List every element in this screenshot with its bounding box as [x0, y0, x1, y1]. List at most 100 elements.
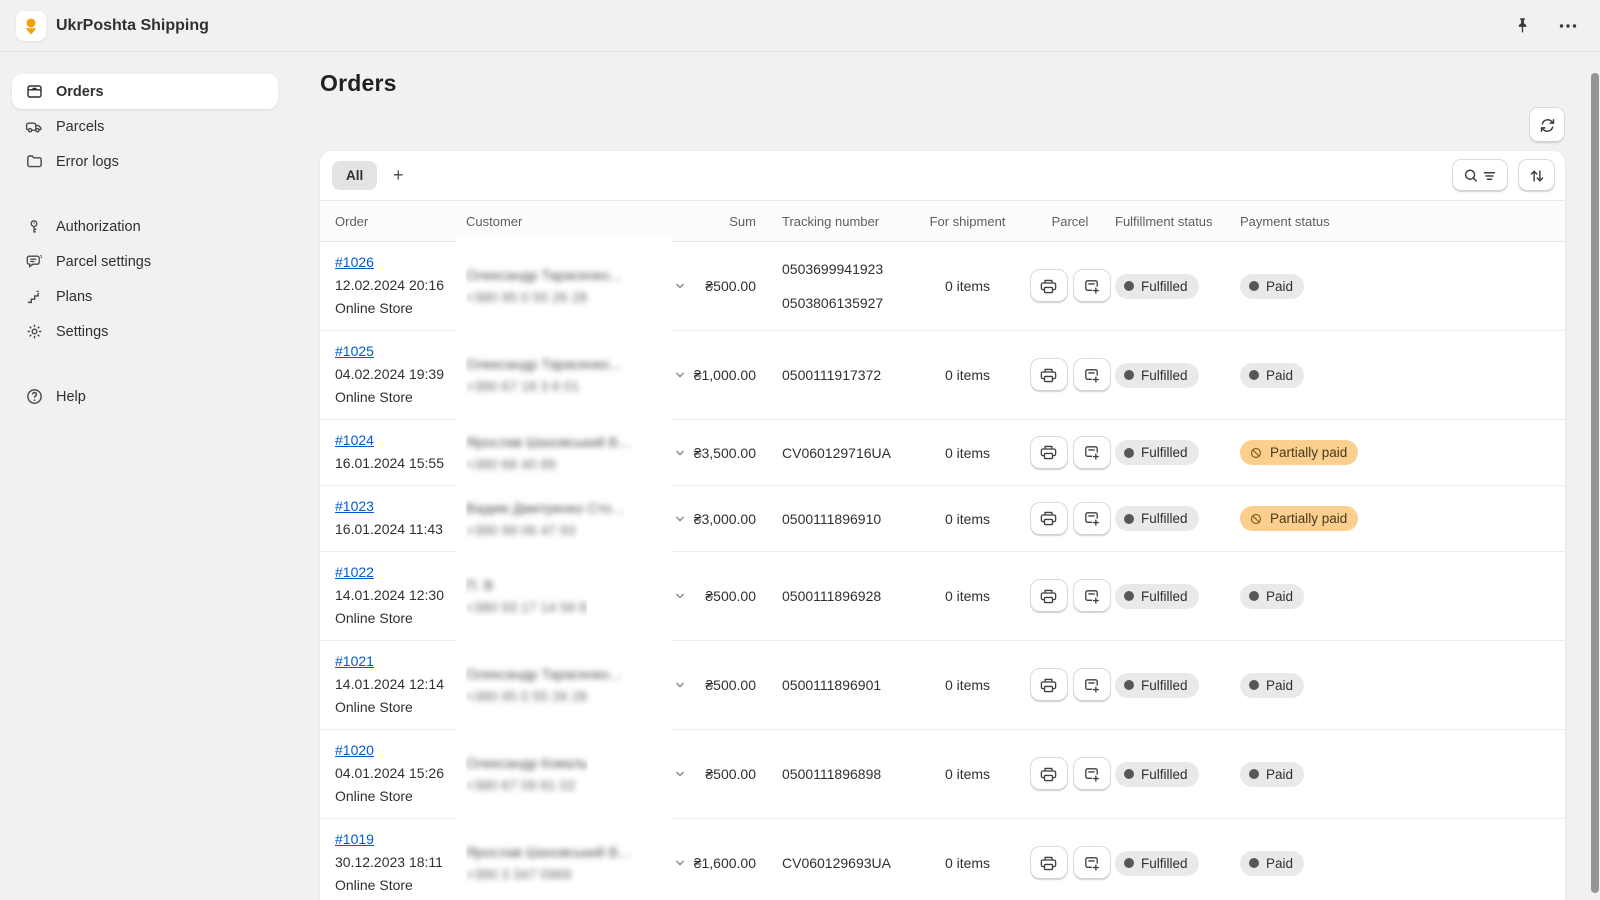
chat-settings-icon: [24, 252, 44, 271]
printer-icon: [1039, 765, 1058, 784]
printer-icon: [1039, 587, 1058, 606]
sum-cell: ₴500.00: [690, 588, 770, 604]
print-label-button[interactable]: [1030, 358, 1068, 392]
scrollbar-thumb[interactable]: [1591, 73, 1599, 893]
create-parcel-button[interactable]: [1073, 757, 1111, 791]
column-header-order[interactable]: Order: [335, 214, 466, 229]
column-header-sum[interactable]: Sum: [690, 214, 770, 229]
sidebar-item-label: Parcels: [56, 119, 104, 135]
sidebar-item-parcels[interactable]: Parcels: [12, 109, 278, 144]
add-label-icon: [1082, 366, 1101, 385]
customer-phone-redacted: +380 67 09 81 02: [466, 774, 588, 796]
expand-row-chevron-icon[interactable]: [670, 509, 690, 529]
order-link[interactable]: #1026: [335, 254, 374, 270]
tracking-cell: 0500111896910: [770, 502, 910, 536]
expand-row-chevron-icon[interactable]: [670, 675, 690, 695]
customer-phone-redacted: +380 93 17 14 56 8: [466, 596, 587, 618]
refresh-button[interactable]: [1529, 107, 1565, 143]
create-parcel-button[interactable]: [1073, 269, 1111, 303]
print-label-button[interactable]: [1030, 269, 1068, 303]
order-row: #1023 16.01.2024 11:43 Вадим Дмитренко С…: [320, 486, 1565, 552]
fulfillment-status-badge: Fulfilled: [1115, 274, 1199, 299]
payment-status-badge: Partially paid: [1240, 440, 1358, 465]
create-parcel-button[interactable]: [1073, 502, 1111, 536]
status-dot-icon: [1124, 680, 1134, 690]
add-label-icon: [1082, 509, 1101, 528]
sidebar-item-plans[interactable]: Plans: [12, 279, 278, 314]
payment-status-badge: Paid: [1240, 762, 1304, 787]
sort-button[interactable]: [1518, 159, 1555, 192]
create-parcel-button[interactable]: [1073, 668, 1111, 702]
parcel-cell: [1025, 757, 1115, 791]
customer-name-redacted: Олександр Тарасенко…: [466, 353, 623, 375]
order-channel: Online Store: [335, 607, 466, 630]
column-header-payment[interactable]: Payment status: [1240, 214, 1550, 229]
order-row: #1024 16.01.2024 15:55 Ярослав Шаховськи…: [320, 420, 1565, 486]
expand-row-chevron-icon[interactable]: [670, 853, 690, 873]
order-link[interactable]: #1020: [335, 742, 374, 758]
payment-cell: Paid: [1240, 851, 1550, 876]
expand-row-chevron-icon[interactable]: [670, 764, 690, 784]
print-label-button[interactable]: [1030, 436, 1068, 470]
search-filter-button[interactable]: [1452, 159, 1508, 192]
print-label-button[interactable]: [1030, 668, 1068, 702]
add-view-button[interactable]: +: [383, 161, 413, 191]
sidebar-item-orders[interactable]: Orders: [12, 74, 278, 109]
tracking-cell: 05036999419230503806135927: [770, 252, 910, 320]
order-date: 04.02.2024 19:39: [335, 363, 466, 386]
add-label-icon: [1082, 277, 1101, 296]
vertical-scrollbar[interactable]: [1591, 53, 1600, 900]
parcel-cell: [1025, 846, 1115, 880]
sidebar-item-settings[interactable]: Settings: [12, 314, 278, 349]
table-body: #1026 12.02.2024 20:16 Online Store Олек…: [320, 242, 1565, 900]
print-label-button[interactable]: [1030, 757, 1068, 791]
order-link[interactable]: #1022: [335, 564, 374, 580]
partially-paid-slash-icon: [1249, 446, 1263, 460]
expand-row-chevron-icon[interactable]: [670, 443, 690, 463]
tracking-number: 0500111896898: [782, 757, 910, 791]
print-label-button[interactable]: [1030, 579, 1068, 613]
order-row: #1022 14.01.2024 12:30 Online Store П. В…: [320, 552, 1565, 641]
print-label-button[interactable]: [1030, 502, 1068, 536]
print-label-button[interactable]: [1030, 846, 1068, 880]
column-header-fulfillment[interactable]: Fulfillment status: [1115, 214, 1240, 229]
column-header-parcel[interactable]: Parcel: [1025, 214, 1115, 229]
main-content: Orders All +: [292, 52, 1600, 900]
sidebar-item-parcel-settings[interactable]: Parcel settings: [12, 244, 278, 279]
sidebar-item-authorization[interactable]: Authorization: [12, 209, 278, 244]
column-header-customer[interactable]: Customer: [466, 214, 690, 229]
tracking-cell: CV060129716UA: [770, 436, 910, 470]
column-header-for-shipment[interactable]: For shipment: [910, 214, 1025, 229]
order-link[interactable]: #1019: [335, 831, 374, 847]
expand-row-chevron-icon[interactable]: [670, 586, 690, 606]
fulfillment-cell: Fulfilled: [1115, 762, 1240, 787]
order-date: 04.01.2024 15:26: [335, 762, 466, 785]
order-link[interactable]: #1023: [335, 498, 374, 514]
column-header-tracking[interactable]: Tracking number: [770, 214, 910, 229]
sidebar-item-help[interactable]: Help: [12, 379, 278, 414]
for-shipment-cell: 0 items: [910, 445, 1025, 461]
order-row: #1026 12.02.2024 20:16 Online Store Олек…: [320, 242, 1565, 331]
pin-icon[interactable]: [1513, 16, 1532, 35]
create-parcel-button[interactable]: [1073, 579, 1111, 613]
sidebar-item-label: Plans: [56, 289, 92, 305]
tab-all[interactable]: All: [332, 161, 377, 190]
order-link[interactable]: #1024: [335, 432, 374, 448]
payment-cell: Paid: [1240, 673, 1550, 698]
create-parcel-button[interactable]: [1073, 846, 1111, 880]
sidebar-item-label: Orders: [56, 84, 104, 100]
customer-phone-redacted: +380 3 347 0969: [466, 863, 632, 885]
sidebar-item-error-logs[interactable]: Error logs: [12, 144, 278, 179]
help-circle-icon: [24, 387, 44, 406]
order-link[interactable]: #1021: [335, 653, 374, 669]
folder-icon: [24, 152, 44, 171]
more-dots-icon[interactable]: [1558, 16, 1578, 36]
sidebar-item-label: Help: [56, 389, 86, 405]
create-parcel-button[interactable]: [1073, 436, 1111, 470]
create-parcel-button[interactable]: [1073, 358, 1111, 392]
order-link[interactable]: #1025: [335, 343, 374, 359]
printer-icon: [1039, 676, 1058, 695]
expand-row-chevron-icon[interactable]: [670, 276, 690, 296]
sum-cell: ₴1,600.00: [690, 855, 770, 871]
expand-row-chevron-icon[interactable]: [670, 365, 690, 385]
